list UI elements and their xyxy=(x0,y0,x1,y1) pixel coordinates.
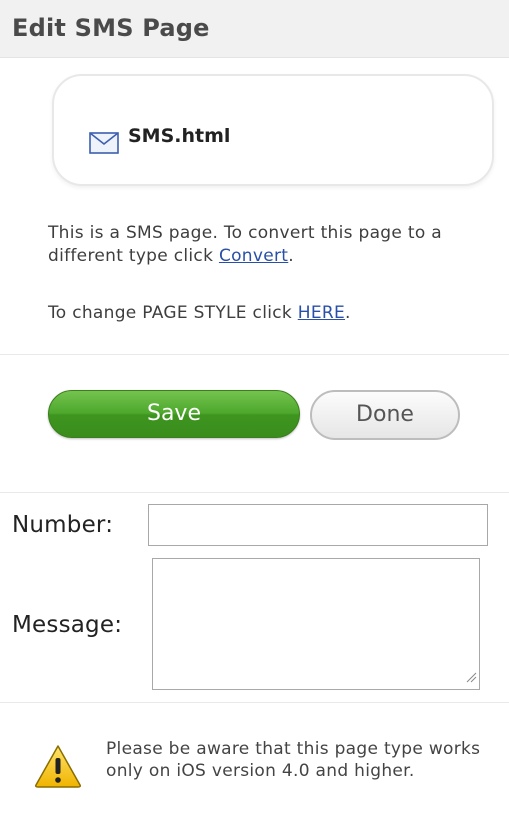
file-card: SMS.html xyxy=(52,74,494,186)
message-textarea[interactable] xyxy=(152,558,480,690)
resize-handle-icon[interactable] xyxy=(465,668,477,687)
page-style-link[interactable]: HERE xyxy=(298,303,345,323)
convert-info-text: This is a SMS page. To convert this page… xyxy=(48,222,508,268)
convert-link[interactable]: Convert xyxy=(219,246,288,266)
number-label: Number: xyxy=(12,512,114,538)
ios-notice-text: Please be aware that this page type work… xyxy=(106,739,481,781)
message-label: Message: xyxy=(12,612,123,638)
divider xyxy=(0,492,509,493)
warning-icon xyxy=(34,744,82,792)
convert-info-suffix: . xyxy=(288,246,294,266)
envelope-icon xyxy=(89,132,119,158)
page-header: Edit SMS Page xyxy=(0,0,509,58)
divider xyxy=(0,354,509,355)
number-input[interactable] xyxy=(148,504,488,546)
done-button[interactable]: Done xyxy=(310,390,460,440)
divider xyxy=(0,702,509,703)
page-style-suffix: . xyxy=(345,303,351,323)
page-style-prefix: To change PAGE STYLE click xyxy=(48,303,298,323)
save-button[interactable]: Save xyxy=(48,390,300,438)
file-name: SMS.html xyxy=(128,125,231,147)
page-title: Edit SMS Page xyxy=(12,14,210,42)
page-style-info-text: To change PAGE STYLE click HERE. xyxy=(48,302,508,325)
